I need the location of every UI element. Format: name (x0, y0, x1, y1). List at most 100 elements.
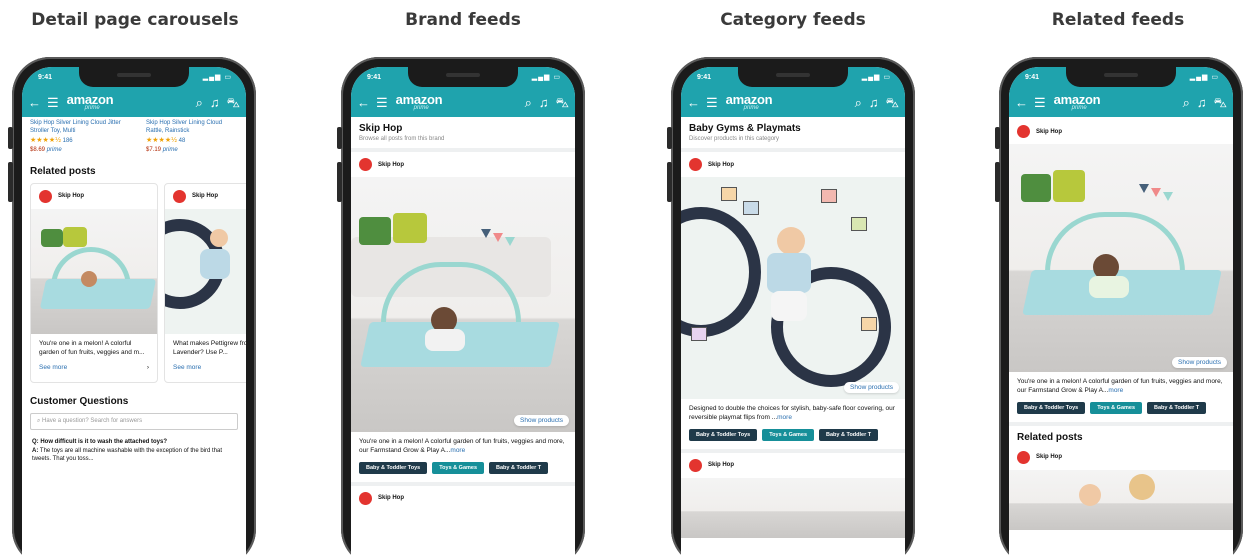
related-posts-title: Related posts (30, 165, 96, 177)
cart-icon[interactable]: ⛍ (227, 96, 240, 109)
cart-icon[interactable]: ⛍ (886, 96, 899, 109)
cart-icon[interactable]: ⛍ (1214, 96, 1227, 109)
tag-chip[interactable]: Baby & Toddler Toys (1017, 401, 1086, 414)
brand-name[interactable]: Skip Hop (58, 193, 84, 199)
search-icon[interactable]: ⌕ (196, 96, 203, 109)
post-image[interactable] (31, 208, 157, 334)
signal-battery-icon: ▂▄▆ ▭ (861, 74, 891, 81)
related-posts-title: Related posts (1017, 431, 1083, 443)
product-card[interactable]: Skip Hop Silver Lining Cloud Rattle, Rai… (140, 117, 244, 156)
brand-name[interactable]: Skip Hop (378, 162, 404, 168)
post-image-preview[interactable] (1009, 469, 1233, 530)
heading-brand-feeds: Brand feeds (405, 10, 521, 30)
show-products-button[interactable]: Show products (1172, 357, 1227, 368)
post-text: You're one in a melon! A colorful garden… (39, 339, 145, 356)
prime-badge: prime (46, 146, 62, 153)
tag-chip[interactable]: Baby & Toddler Toys (689, 428, 758, 441)
app-bar: ← ☰ amazon prime ⌕ ♫ ⛍ (1009, 87, 1233, 117)
question-search-input[interactable]: ⌕ Have a question? Search for answers (30, 412, 238, 430)
app-bar: ← ☰ amazon prime ⌕ ♫ ⛍ (681, 87, 905, 117)
price: $7.19 (146, 146, 162, 153)
rating-stars: ★★★★½ (146, 136, 177, 144)
search-icon[interactable]: ⌕ (525, 96, 532, 109)
prime-badge: prime (162, 146, 178, 153)
post-image-preview[interactable] (681, 477, 905, 538)
screen: 9:41 ▂▄▆ ▭ ← ☰ amazon prime ⌕ ♫ ⛍ Skip Hop S… (22, 67, 246, 555)
status-time: 9:41 (367, 74, 382, 81)
post-image[interactable]: Show products (351, 177, 575, 432)
bell-icon[interactable]: ♫ (1197, 96, 1207, 109)
phone-brand-feed: 9:41 ▂▄▆ ▭ ← ☰ amazon prime ⌕ ♫ ⛍ Skip Hop B… (337, 57, 585, 555)
tag-row: Baby & Toddler Toys Toys & Games Baby & … (681, 425, 905, 445)
question-text[interactable]: How difficult is it to wash the attached… (40, 439, 167, 445)
post-card[interactable]: Skip Hop What makes Pettigrew from Laven… (164, 182, 246, 383)
amazon-prime-logo[interactable]: amazon prime (726, 93, 773, 111)
more-link[interactable]: more (777, 414, 792, 421)
page-subtitle: Browse all posts from this brand (359, 136, 445, 142)
signal-battery-icon: ▂▄▆ ▭ (531, 74, 561, 81)
product-name[interactable]: Skip Hop Silver Lining Cloud Rattle, Rai… (146, 119, 238, 136)
see-more-link[interactable]: See more (173, 364, 201, 371)
back-arrow-icon[interactable]: ← (28, 96, 41, 109)
phone-detail-page: 9:41 ▂▄▆ ▭ ← ☰ amazon prime ⌕ ♫ ⛍ Skip Hop S… (8, 57, 256, 555)
phone-category-feed: 9:41 ▂▄▆ ▭ ← ☰ amazon prime ⌕ ♫ ⛍ Baby Gyms … (667, 57, 915, 555)
status-time: 9:41 (38, 74, 53, 81)
tag-row: Baby & Toddler Toys Toys & Games Baby & … (351, 458, 575, 478)
more-link[interactable]: more (1108, 387, 1123, 394)
menu-icon[interactable]: ☰ (1034, 96, 1046, 109)
brand-name[interactable]: Skip Hop (708, 162, 734, 168)
amazon-prime-logo[interactable]: amazon prime (67, 93, 114, 111)
post-description: You're one in a melon! A colorful garden… (1017, 378, 1223, 394)
page-title: Baby Gyms & Playmats (689, 123, 801, 134)
tag-chip[interactable]: Baby & Toddler Toys (359, 461, 428, 474)
product-card[interactable]: Skip Hop Silver Lining Cloud Jitter Stro… (24, 117, 136, 156)
app-bar: ← ☰ amazon prime ⌕ ♫ ⛍ (22, 87, 246, 117)
rating-stars: ★★★★½ (30, 136, 61, 144)
customer-questions-title: Customer Questions (30, 395, 129, 407)
show-products-button[interactable]: Show products (844, 382, 899, 393)
bell-icon[interactable]: ♫ (869, 96, 879, 109)
post-description: You're one in a melon! A colorful garden… (359, 438, 565, 454)
tag-chip[interactable]: Toys & Games (762, 428, 815, 441)
menu-icon[interactable]: ☰ (376, 96, 388, 109)
post-description: Designed to double the choices for styli… (689, 405, 895, 421)
brand-name[interactable]: Skip Hop (378, 495, 404, 501)
review-count: 186 (62, 137, 73, 144)
chevron-right-icon[interactable]: › (147, 364, 149, 371)
app-bar: ← ☰ amazon prime ⌕ ♫ ⛍ (351, 87, 575, 117)
post-image[interactable] (165, 208, 246, 334)
more-link[interactable]: more (450, 447, 465, 454)
tag-chip[interactable]: Baby & Toddler T (819, 428, 879, 441)
post-text: What makes Pettigrew from Lavender? Use … (173, 339, 246, 356)
tag-chip[interactable]: Toys & Games (1090, 401, 1143, 414)
brand-name[interactable]: Skip Hop (192, 193, 218, 199)
product-name[interactable]: Skip Hop Silver Lining Cloud Jitter Stro… (30, 119, 130, 136)
brand-logo (359, 158, 372, 171)
tag-chip[interactable]: Baby & Toddler T (1147, 401, 1207, 414)
amazon-prime-logo[interactable]: amazon prime (396, 93, 443, 111)
post-image[interactable]: Show products (1009, 144, 1233, 372)
page-subtitle: Discover products in this category (689, 136, 780, 142)
back-arrow-icon[interactable]: ← (1015, 96, 1028, 109)
brand-name[interactable]: Skip Hop (708, 462, 734, 468)
show-products-button[interactable]: Show products (514, 415, 569, 426)
menu-icon[interactable]: ☰ (706, 96, 718, 109)
cart-icon[interactable]: ⛍ (556, 96, 569, 109)
search-icon[interactable]: ⌕ (855, 96, 862, 109)
back-arrow-icon[interactable]: ← (687, 96, 700, 109)
amazon-prime-logo[interactable]: amazon prime (1054, 93, 1101, 111)
post-card[interactable]: Skip Hop You're one in a melon! A colorf… (30, 182, 158, 383)
menu-icon[interactable]: ☰ (47, 96, 59, 109)
bell-icon[interactable]: ♫ (210, 96, 220, 109)
see-more-link[interactable]: See more (39, 364, 67, 371)
bell-icon[interactable]: ♫ (539, 96, 549, 109)
search-icon[interactable]: ⌕ (1183, 96, 1190, 109)
back-arrow-icon[interactable]: ← (357, 96, 370, 109)
phone-related-feed: 9:41 ▂▄▆ ▭ ← ☰ amazon prime ⌕ ♫ ⛍ Skip Hop S… (995, 57, 1243, 555)
tag-chip[interactable]: Toys & Games (432, 461, 485, 474)
brand-name[interactable]: Skip Hop (1036, 129, 1062, 135)
post-image[interactable]: Show products (681, 177, 905, 399)
brand-logo (39, 189, 52, 203)
tag-chip[interactable]: Baby & Toddler T (489, 461, 549, 474)
brand-name[interactable]: Skip Hop (1036, 454, 1062, 460)
